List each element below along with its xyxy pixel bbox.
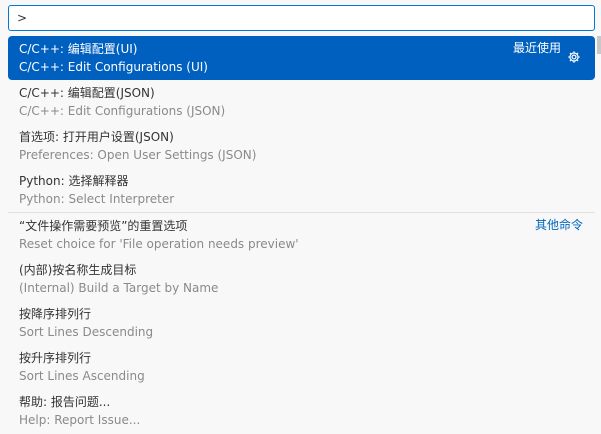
- group-label-recently-used: 最近使用: [512, 41, 561, 55]
- command-input[interactable]: [17, 9, 577, 27]
- scrollbar-thumb[interactable]: [597, 36, 601, 54]
- command-label: 按升序排列行: [19, 351, 92, 365]
- command-item-edit-configurations-json[interactable]: C/C++: 编辑配置(JSON) C/C++: Edit Configurat…: [8, 80, 595, 124]
- command-item-report-issue[interactable]: 帮助: 报告问题... Help: Report Issue...: [8, 389, 595, 433]
- command-label: C/C++: 编辑配置(UI): [19, 42, 138, 56]
- command-item-reset-file-operation-preview[interactable]: “文件操作需要预览”的重置选项 Reset choice for 'File o…: [8, 213, 595, 257]
- command-item-select-interpreter[interactable]: Python: 选择解释器 Python: Select Interpreter: [8, 168, 595, 212]
- command-item-sort-lines-descending[interactable]: 按降序排列行 Sort Lines Descending: [8, 301, 595, 345]
- scrollbar[interactable]: [597, 36, 601, 434]
- command-label: “文件操作需要预览”的重置选项: [19, 219, 188, 233]
- command-detail: (Internal) Build a Target by Name: [19, 281, 219, 295]
- group-label-other-commands: 其他命令: [534, 218, 583, 232]
- command-label: 按降序排列行: [19, 307, 92, 321]
- command-detail: Help: Report Issue...: [19, 413, 141, 427]
- command-item-sort-lines-ascending[interactable]: 按升序排列行 Sort Lines Ascending: [8, 345, 595, 389]
- command-item-edit-configurations-ui[interactable]: C/C++: 编辑配置(UI) C/C++: Edit Configuratio…: [8, 36, 595, 80]
- command-detail: Preferences: Open User Settings (JSON): [19, 148, 257, 162]
- command-label: C/C++: 编辑配置(JSON): [19, 86, 155, 100]
- command-label: (内部)按名称生成目标: [19, 263, 137, 277]
- command-label: 首选项: 打开用户设置(JSON): [19, 130, 174, 144]
- command-label: 帮助: 报告问题...: [19, 395, 111, 409]
- command-palette: C/C++: 编辑配置(UI) C/C++: Edit Configuratio…: [0, 0, 601, 434]
- command-detail: C/C++: Edit Configurations (JSON): [19, 104, 226, 118]
- command-item-open-user-settings-json[interactable]: 首选项: 打开用户设置(JSON) Preferences: Open User…: [8, 124, 595, 168]
- command-label: Python: 选择解释器: [19, 174, 129, 188]
- command-detail: Python: Select Interpreter: [19, 192, 175, 206]
- command-detail: Sort Lines Descending: [19, 325, 154, 339]
- command-detail: Reset choice for 'File operation needs p…: [19, 237, 299, 251]
- command-input-box[interactable]: [8, 5, 595, 31]
- command-list: C/C++: 编辑配置(UI) C/C++: Edit Configuratio…: [8, 36, 595, 434]
- command-item-build-target-by-name[interactable]: (内部)按名称生成目标 (Internal) Build a Target by…: [8, 257, 595, 301]
- command-detail: Sort Lines Ascending: [19, 369, 145, 383]
- command-detail: C/C++: Edit Configurations (UI): [19, 60, 208, 74]
- gear-icon[interactable]: [567, 50, 581, 64]
